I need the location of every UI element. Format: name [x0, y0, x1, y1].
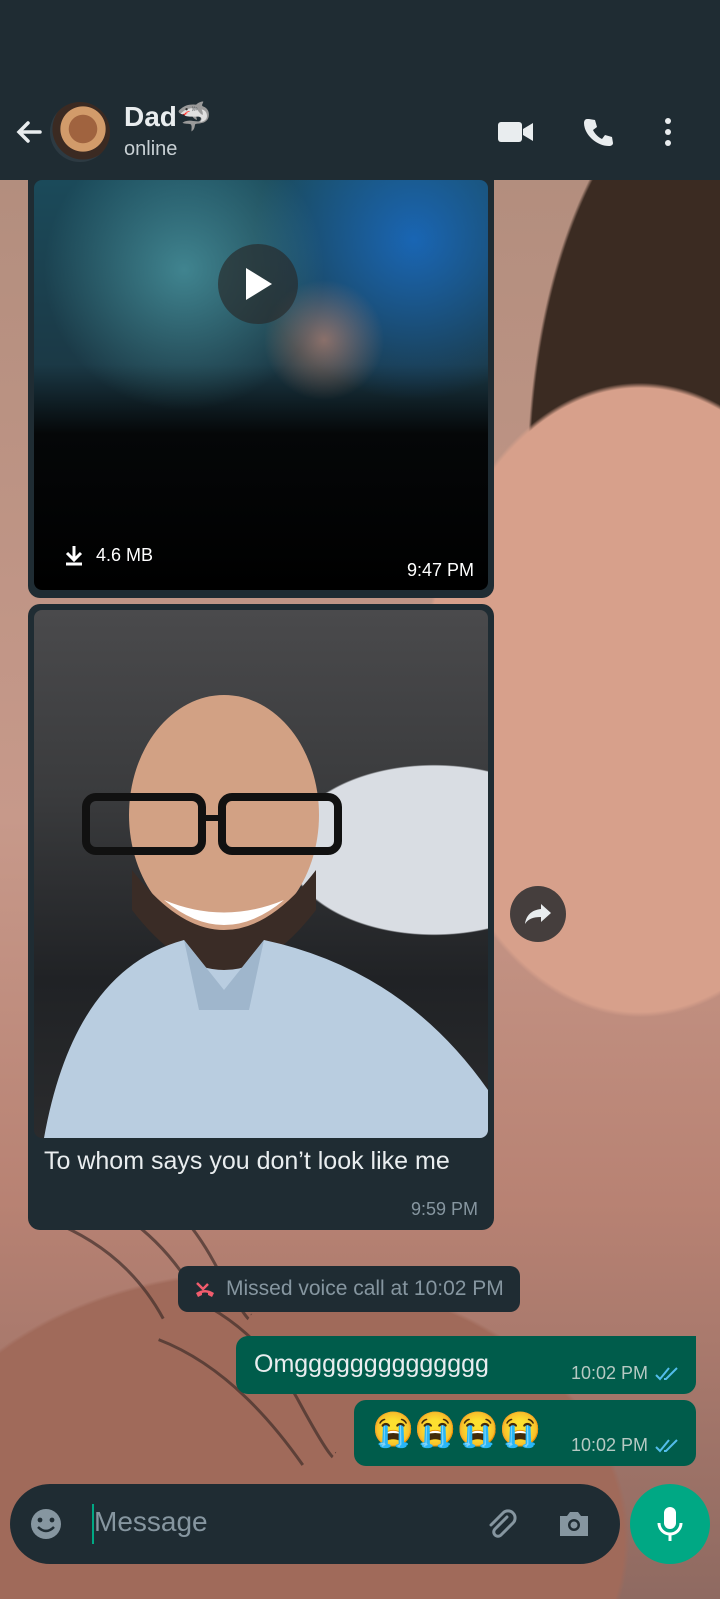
more-options-icon[interactable] [646, 110, 690, 154]
message-time: 10:02 PM [570, 1363, 648, 1383]
photo-thumbnail[interactable] [34, 610, 488, 1138]
avatar[interactable] [50, 102, 110, 162]
message-composer: Message [10, 1484, 620, 1564]
attach-icon[interactable] [480, 1504, 520, 1544]
message-meta: 10:02 PM [571, 1435, 680, 1456]
missed-call-icon [196, 1282, 214, 1297]
contact-name[interactable]: Dad🦈 [124, 100, 212, 133]
video-call-icon[interactable] [494, 110, 538, 154]
outgoing-message-2[interactable]: 😭😭😭😭 10:02 PM [354, 1400, 696, 1466]
message-meta: 10:02 PM [571, 1363, 680, 1384]
video-size: 4.6 MB [96, 544, 154, 565]
camera-icon[interactable] [554, 1504, 594, 1544]
back-arrow-icon[interactable] [10, 112, 50, 152]
read-receipt-icon [655, 1366, 678, 1380]
forward-button[interactable] [510, 886, 566, 942]
chat-header: Dad🦈 online [0, 88, 720, 180]
download-button[interactable]: 4.6 MB [64, 544, 153, 566]
message-text: Omgggggggggggggg [254, 1350, 489, 1378]
video-thumbnail[interactable]: 4.6 MB 9:47 PM [34, 180, 488, 590]
status-bar [0, 0, 720, 88]
mic-icon [657, 1507, 683, 1541]
photo-time: 9:59 PM [410, 1199, 478, 1219]
play-icon[interactable] [218, 244, 298, 324]
mic-button[interactable] [630, 1484, 710, 1564]
message-time: 10:02 PM [570, 1435, 648, 1455]
emoji-icon[interactable] [26, 1504, 66, 1544]
forward-icon [525, 904, 551, 924]
message-input[interactable]: Message [94, 1506, 208, 1538]
outgoing-message-1[interactable]: Omgggggggggggggg 10:02 PM [236, 1336, 696, 1394]
missed-call-text: Missed voice call at 10:02 PM [226, 1277, 504, 1300]
video-time: 9:47 PM [406, 560, 474, 580]
video-message-bubble[interactable]: 4.6 MB 9:47 PM [28, 180, 494, 598]
photo-message-bubble[interactable]: To whom says you don’t look like me 9:59… [28, 604, 494, 1230]
contact-status: online [124, 138, 178, 160]
download-icon [65, 546, 83, 566]
read-receipt-icon [655, 1438, 678, 1452]
missed-call-notice: Missed voice call at 10:02 PM [178, 1266, 520, 1312]
voice-call-icon[interactable] [576, 110, 620, 154]
photo-caption: To whom says you don’t look like me [44, 1147, 450, 1175]
message-emoji: 😭😭😭😭 [372, 1411, 542, 1449]
